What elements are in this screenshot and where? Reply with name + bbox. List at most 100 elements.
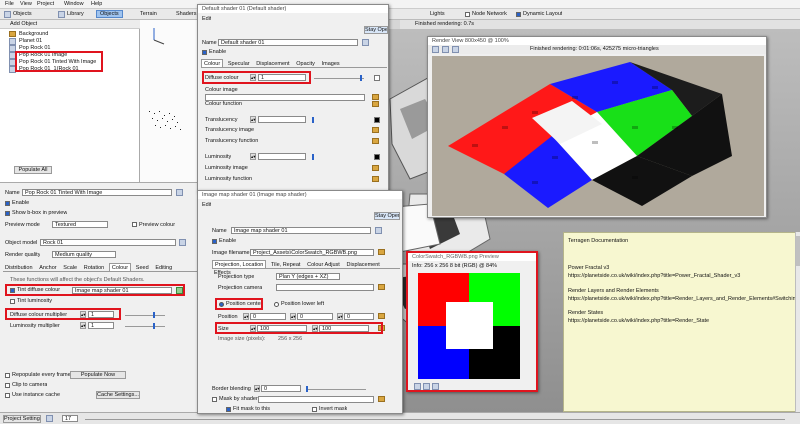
luminosity-input[interactable] <box>258 153 306 160</box>
lum-mult-slider-thumb[interactable] <box>153 323 155 329</box>
position-y-stepper[interactable]: ▴▾ <box>290 313 296 320</box>
translucency-slider-thumb[interactable] <box>312 117 314 123</box>
translucency-swatch[interactable] <box>374 117 380 123</box>
tab-displacement[interactable]: Displacement <box>254 60 291 68</box>
image-filename-input[interactable]: Project_Assets\ColorSwatch_RGBWB.png <box>250 249 374 256</box>
camera-link-icon[interactable] <box>378 284 385 290</box>
menu-help[interactable]: Help <box>91 1 102 7</box>
render-quality-select[interactable]: Medium quality <box>52 251 116 258</box>
tab-colour-adjust[interactable]: Colour Adjust <box>305 261 342 269</box>
luminosity-image-link-icon[interactable] <box>372 165 379 171</box>
border-blending-slider[interactable] <box>306 389 366 390</box>
populate-now-button[interactable]: Populate Now <box>70 371 126 379</box>
luminosity-stepper[interactable]: ▴▾ <box>250 153 256 160</box>
tab-displacement[interactable]: Displacement <box>345 261 382 269</box>
object-edit-icon[interactable] <box>176 189 183 196</box>
fit-mask-checkbox[interactable] <box>226 407 231 412</box>
colour-function-link-icon[interactable] <box>372 101 379 107</box>
menu-project[interactable]: Project <box>37 1 54 7</box>
render-save-icon[interactable] <box>452 46 459 53</box>
preview-zoom-icon[interactable] <box>414 383 421 390</box>
enable-checkbox[interactable] <box>212 239 217 244</box>
tab-specular[interactable]: Specular <box>226 60 252 68</box>
tab-seed[interactable]: Seed <box>134 264 151 272</box>
menu-view[interactable]: View <box>20 1 32 7</box>
border-blending-input[interactable]: 0 <box>261 385 301 392</box>
invert-mask-checkbox[interactable] <box>312 407 317 412</box>
stay-open-button[interactable]: Stay Open <box>374 212 400 220</box>
object-model-input[interactable]: Rock 01 <box>40 239 176 246</box>
shader-name-input[interactable]: Image map shader 01 <box>231 227 371 234</box>
tab-distribution[interactable]: Distribution <box>3 264 35 272</box>
dynamic-layout-checkbox[interactable] <box>516 12 521 17</box>
position-z-input[interactable]: 0 <box>344 313 374 320</box>
note-link[interactable]: https://planetside.co.uk/wiki/index.php?… <box>568 318 798 324</box>
mask-link-icon[interactable] <box>378 396 385 402</box>
mask-by-shader-checkbox[interactable] <box>212 397 217 402</box>
play-icon[interactable] <box>46 415 53 422</box>
edit-menu[interactable]: Edit <box>202 16 211 22</box>
render-image[interactable] <box>432 56 764 216</box>
position-x-stepper[interactable]: ▴▾ <box>243 313 249 320</box>
projection-camera-input[interactable] <box>276 284 374 291</box>
project-settings-button[interactable]: Project Settings... <box>3 415 41 423</box>
node-network-checkbox[interactable] <box>465 12 470 17</box>
menu-file[interactable]: File <box>5 1 14 7</box>
tab-colour[interactable]: Colour <box>201 59 224 67</box>
objects-icon[interactable] <box>4 11 11 18</box>
lum-mult-input[interactable]: 1 <box>88 322 114 329</box>
diffuse-slider-thumb[interactable] <box>360 75 362 81</box>
toolbar-node-network[interactable]: Node Network <box>472 11 507 17</box>
render-crop-icon[interactable] <box>442 46 449 53</box>
tab-rotation[interactable]: Rotation <box>82 264 107 272</box>
toolbar-shaders[interactable]: Shaders <box>176 11 197 17</box>
edit-menu[interactable]: Edit <box>202 202 211 208</box>
toolbar-dynamic-layout[interactable]: Dynamic Layout <box>523 11 562 17</box>
translucency-function-link-icon[interactable] <box>372 138 379 144</box>
colour-image-input[interactable] <box>205 94 365 101</box>
diffuse-swatch[interactable] <box>374 75 380 81</box>
mask-shader-input[interactable] <box>258 396 374 403</box>
timeline-slider[interactable] <box>85 419 785 420</box>
viewport-mini[interactable] <box>140 20 200 182</box>
add-object-button[interactable]: Add Object <box>10 21 37 27</box>
menu-window[interactable]: Window <box>64 1 84 7</box>
diffuse-mult-slider-thumb[interactable] <box>153 312 155 318</box>
diffuse-slider[interactable] <box>314 78 364 79</box>
tree-item-planet[interactable]: Planet 01 <box>19 38 42 44</box>
render-scrollbar[interactable] <box>795 232 800 412</box>
library-icon[interactable] <box>58 11 65 18</box>
shader-edit-icon[interactable] <box>375 227 382 234</box>
tab-anchor[interactable]: Anchor <box>37 264 58 272</box>
tab-projection[interactable]: Projection, Location <box>212 260 267 268</box>
note-link[interactable]: https://planetside.co.uk/wiki/index.php?… <box>568 296 798 302</box>
translucency-stepper[interactable]: ▴▾ <box>250 116 256 123</box>
tab-images[interactable]: Images <box>320 60 342 68</box>
border-blending-slider-thumb[interactable] <box>306 386 308 392</box>
cache-settings-button[interactable]: Cache Settings... <box>96 391 140 399</box>
note-link[interactable]: https://planetside.co.uk/wiki/index.php?… <box>568 273 798 279</box>
tree-item-background[interactable]: Background <box>19 31 48 37</box>
translucency-image-link-icon[interactable] <box>372 127 379 133</box>
stay-open-button[interactable]: Stay Open <box>364 26 388 34</box>
toolbar-library[interactable]: Library <box>67 11 84 17</box>
clip-camera-checkbox[interactable] <box>5 383 10 388</box>
toolbar-terrain[interactable]: Terrain <box>140 11 157 17</box>
frame-input[interactable]: 17 <box>62 415 78 422</box>
preview-mode-select[interactable]: Textured <box>52 221 108 228</box>
toolbar-objects-tab[interactable]: Objects <box>96 10 123 18</box>
position-y-input[interactable]: 0 <box>297 313 333 320</box>
position-z-stepper[interactable]: ▴▾ <box>337 313 343 320</box>
tab-colour[interactable]: Colour <box>108 263 132 271</box>
luminosity-function-link-icon[interactable] <box>372 176 379 182</box>
browse-folder-icon[interactable] <box>378 249 385 255</box>
tab-scale[interactable]: Scale <box>61 264 79 272</box>
toolbar-objects[interactable]: Objects <box>13 11 32 17</box>
translucency-input[interactable] <box>258 116 306 123</box>
shader-name-input[interactable]: Default shader 01 <box>218 39 358 46</box>
repopulate-checkbox[interactable] <box>5 373 10 378</box>
position-x-input[interactable]: 0 <box>250 313 286 320</box>
render-scrollbar-thumb[interactable] <box>796 236 800 266</box>
luminosity-swatch[interactable] <box>374 154 380 160</box>
preview-colour-checkbox[interactable] <box>132 222 137 227</box>
